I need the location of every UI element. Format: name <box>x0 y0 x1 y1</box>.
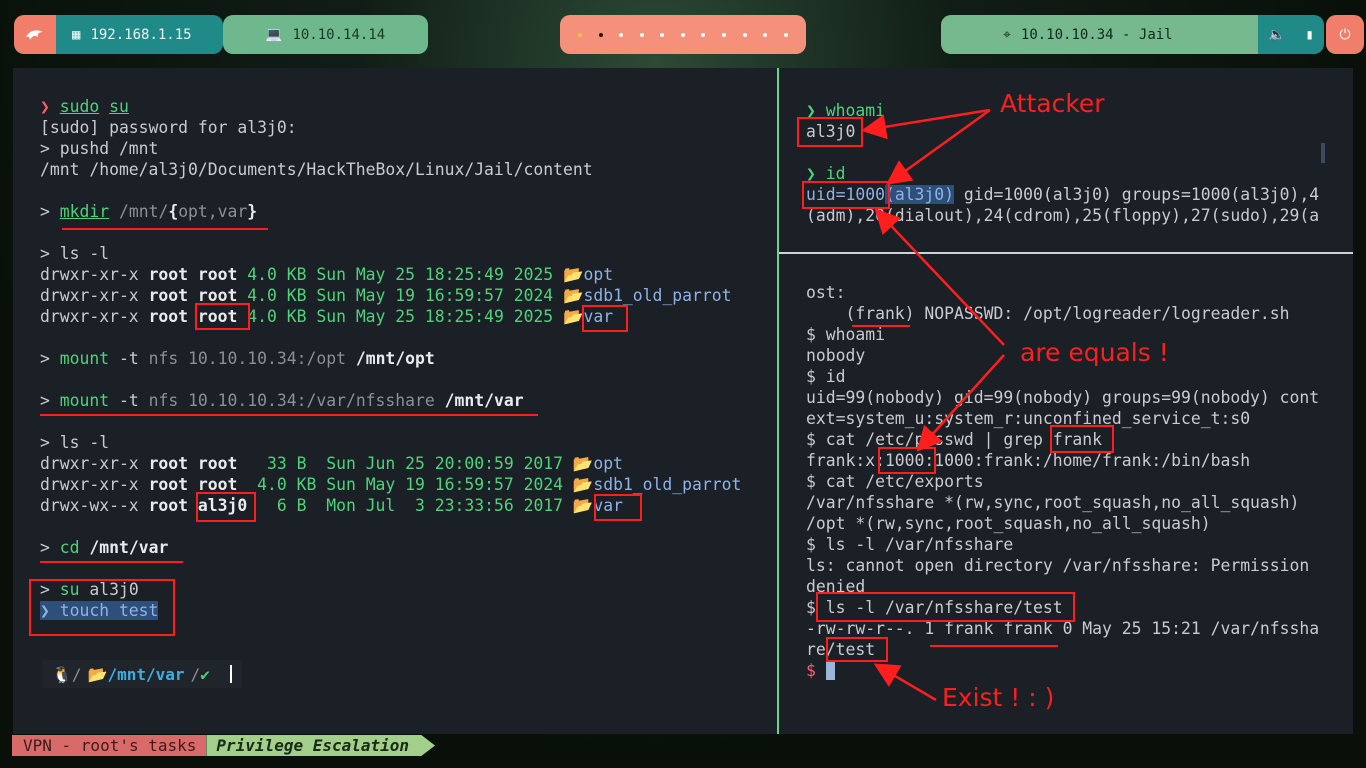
annotation-exist: Exist ! : ) <box>942 683 1055 712</box>
annotation-equals: are equals ! <box>1020 338 1169 367</box>
annotation-attacker: Attacker <box>1000 89 1105 118</box>
window-label-text: Privilege Escalation <box>216 736 410 755</box>
session-label[interactable]: VPN - root's tasks <box>12 735 207 756</box>
annotation-arrows <box>861 108 1005 702</box>
tmux-status-bar: VPN - root's tasks Privilege Escalation <box>12 735 436 756</box>
window-label[interactable]: Privilege Escalation <box>206 735 436 756</box>
